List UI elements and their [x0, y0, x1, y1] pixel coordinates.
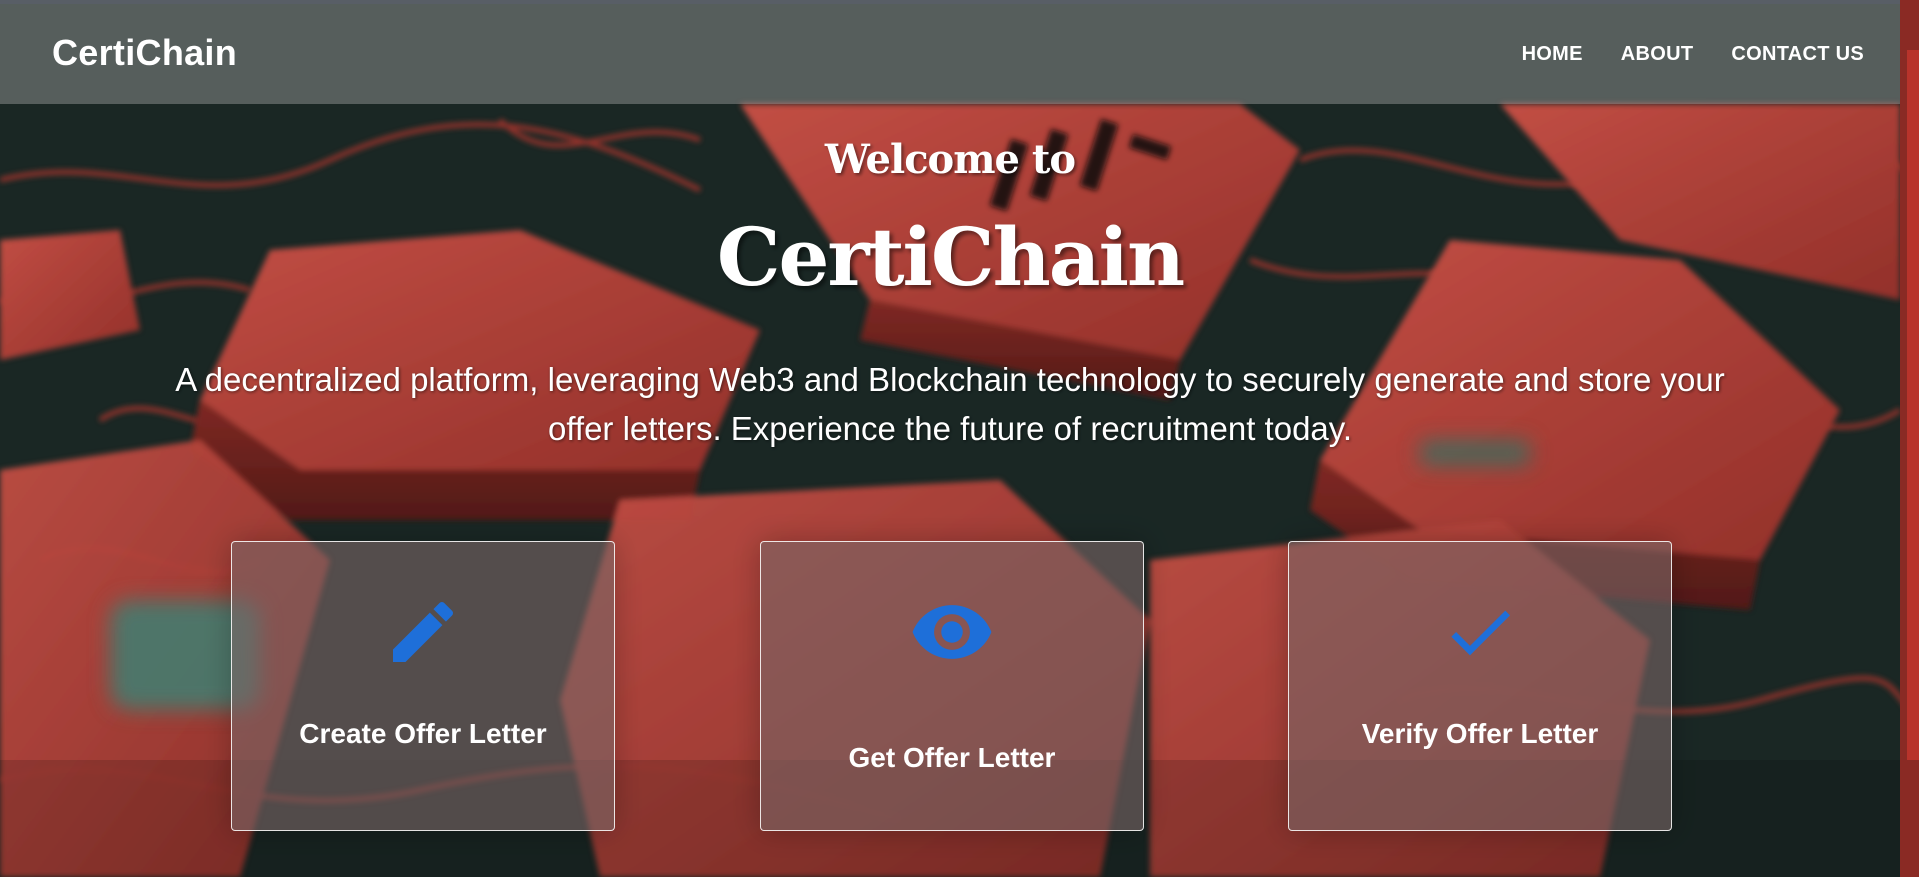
landing-page: CertiChain HOME ABOUT CONTACT US Welcome… — [0, 0, 1919, 877]
scrollbar-thumb[interactable] — [1907, 50, 1919, 760]
create-offer-letter-card[interactable]: Create Offer Letter — [231, 541, 615, 831]
scrollbar-track[interactable] — [1900, 0, 1919, 877]
action-cards: Create Offer Letter Get Offer Letter Ver… — [0, 541, 1900, 831]
brand-logo[interactable]: CertiChain — [52, 32, 237, 74]
card-label: Verify Offer Letter — [1361, 718, 1599, 749]
verify-offer-letter-card[interactable]: Verify Offer Letter — [1288, 541, 1672, 831]
eye-icon — [761, 587, 1143, 677]
nav-link-home[interactable]: HOME — [1522, 43, 1583, 66]
get-offer-letter-card[interactable]: Get Offer Letter — [760, 541, 1144, 831]
card-label: Create Offer Letter — [299, 718, 547, 749]
nav-link-contact[interactable]: CONTACT US — [1731, 43, 1864, 66]
pencil-icon — [232, 587, 614, 677]
hero-welcome-text: Welcome to — [824, 136, 1076, 183]
checkmark-icon — [1289, 587, 1671, 677]
hero-description: A decentralized platform, leveraging Web… — [175, 361, 1725, 447]
nav-link-about[interactable]: ABOUT — [1621, 43, 1694, 66]
nav-links: HOME ABOUT CONTACT US — [1484, 43, 1864, 66]
hero-title: CertiChain — [716, 210, 1185, 304]
card-label: Get Offer Letter — [848, 742, 1056, 773]
navbar: CertiChain HOME ABOUT CONTACT US — [0, 0, 1900, 104]
